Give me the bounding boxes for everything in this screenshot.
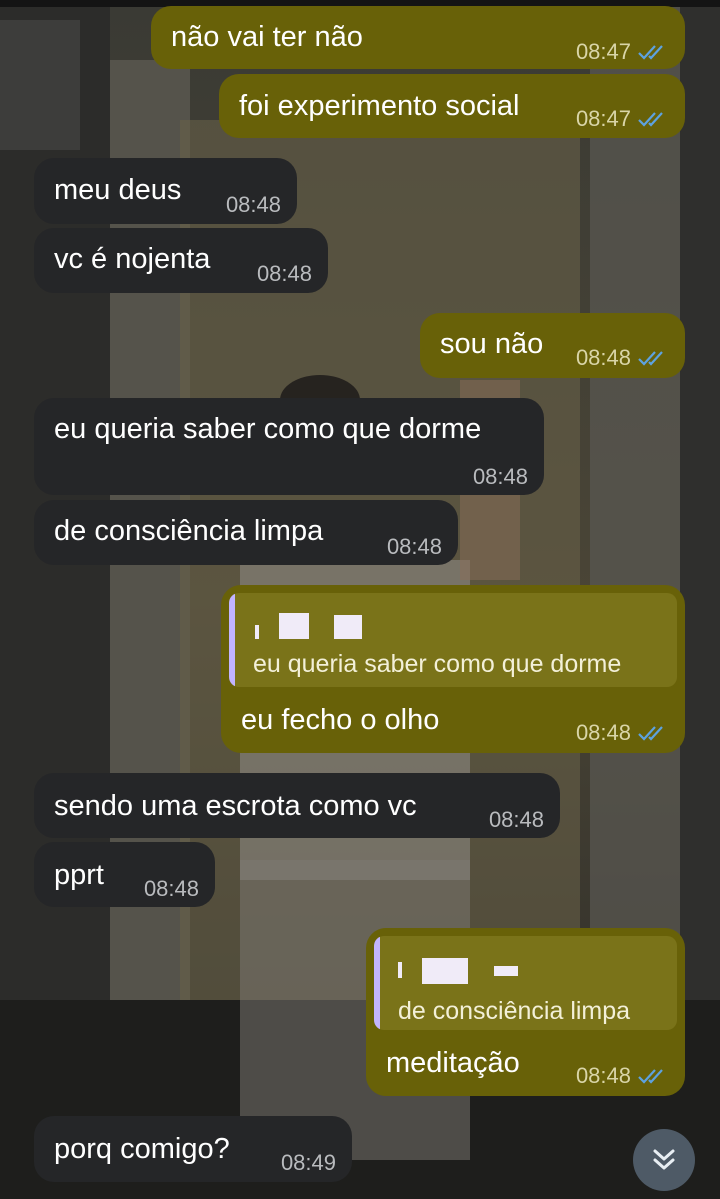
- message-time: 08:48: [575, 345, 631, 370]
- double-chevron-down-icon: [653, 1149, 675, 1170]
- reply-preview[interactable]: eu queria saber como que dorme: [229, 593, 677, 687]
- message-meta: 08:48: [489, 807, 544, 833]
- double-check-icon: [638, 45, 663, 60]
- message-time: 08:48: [143, 876, 199, 901]
- message-bubble-outgoing[interactable]: de consciência limpa meditação 08:48: [366, 928, 685, 1096]
- message-time: 08:48: [386, 534, 442, 559]
- redacted-sender-name: [334, 615, 362, 639]
- message-text: pprt: [54, 859, 104, 891]
- message-text: sou não: [440, 328, 544, 360]
- redacted-sender-name: [398, 962, 402, 978]
- message-bubble-outgoing[interactable]: sou não 08:48: [420, 313, 685, 378]
- message-bubble-incoming[interactable]: de consciência limpa 08:48: [34, 500, 458, 565]
- message-bubble-outgoing[interactable]: não vai ter não 08:47: [151, 6, 685, 69]
- redacted-sender-name: [255, 625, 259, 639]
- message-time: 08:47: [575, 106, 631, 131]
- message-text: de consciência limpa: [54, 515, 324, 547]
- message-time: 08:48: [256, 261, 312, 286]
- chat-screen: não vai ter não 08:47 foi experimento so…: [0, 0, 720, 1199]
- message-text: foi experimento social: [239, 90, 520, 122]
- message-meta: 08:47: [576, 106, 669, 132]
- message-time: 08:48: [575, 1063, 631, 1088]
- message-text: não vai ter não: [171, 21, 363, 53]
- scroll-to-bottom-button[interactable]: [633, 1129, 695, 1191]
- double-check-icon: [638, 351, 663, 366]
- reply-quoted-text: eu queria saber como que dorme: [253, 650, 622, 678]
- message-text: vc é nojenta: [54, 243, 211, 275]
- double-check-icon: [638, 726, 663, 741]
- message-time: 08:48: [575, 720, 631, 745]
- message-bubble-incoming[interactable]: porq comigo? 08:49: [34, 1116, 352, 1182]
- message-time: 08:48: [225, 192, 281, 217]
- message-time: 08:48: [472, 464, 528, 489]
- redacted-sender-name: [279, 613, 309, 639]
- message-time: 08:49: [280, 1150, 336, 1175]
- message-meta: 08:48: [144, 876, 199, 902]
- message-text: porq comigo?: [54, 1133, 230, 1165]
- reply-accent-bar: [374, 936, 380, 1030]
- message-meta: 08:48: [473, 464, 528, 490]
- message-time: 08:48: [488, 807, 544, 832]
- message-time: 08:47: [575, 39, 631, 64]
- message-meta: 08:48: [576, 345, 669, 371]
- message-meta: 08:48: [387, 534, 442, 560]
- message-bubble-outgoing[interactable]: eu queria saber como que dorme eu fecho …: [221, 585, 685, 753]
- message-bubble-incoming[interactable]: pprt 08:48: [34, 842, 215, 907]
- message-meta: 08:48: [576, 1063, 669, 1089]
- reply-preview[interactable]: de consciência limpa: [374, 936, 677, 1030]
- message-text: meditação: [386, 1047, 520, 1079]
- double-check-icon: [638, 1069, 663, 1084]
- reply-quoted-text: de consciência limpa: [398, 997, 631, 1025]
- reply-accent-bar: [229, 593, 235, 687]
- message-bubble-incoming[interactable]: vc é nojenta 08:48: [34, 228, 328, 293]
- message-text: eu fecho o olho: [241, 704, 440, 736]
- message-bubble-incoming[interactable]: meu deus 08:48: [34, 158, 297, 224]
- message-meta: 08:49: [281, 1150, 336, 1176]
- redacted-sender-name: [494, 966, 518, 976]
- message-bubble-incoming[interactable]: sendo uma escrota como vc 08:48: [34, 773, 560, 838]
- message-bubble-incoming[interactable]: eu queria saber como que dorme 08:48: [34, 398, 544, 495]
- message-text: eu queria saber como que dorme: [54, 413, 482, 445]
- double-check-icon: [638, 112, 663, 127]
- message-meta: 08:47: [576, 39, 669, 65]
- redacted-sender-name: [422, 958, 468, 984]
- message-text: meu deus: [54, 174, 182, 206]
- message-bubble-outgoing[interactable]: foi experimento social 08:47: [219, 74, 685, 138]
- message-meta: 08:48: [576, 720, 669, 746]
- message-text: sendo uma escrota como vc: [54, 790, 417, 822]
- message-meta: 08:48: [257, 261, 312, 287]
- message-meta: 08:48: [226, 192, 281, 218]
